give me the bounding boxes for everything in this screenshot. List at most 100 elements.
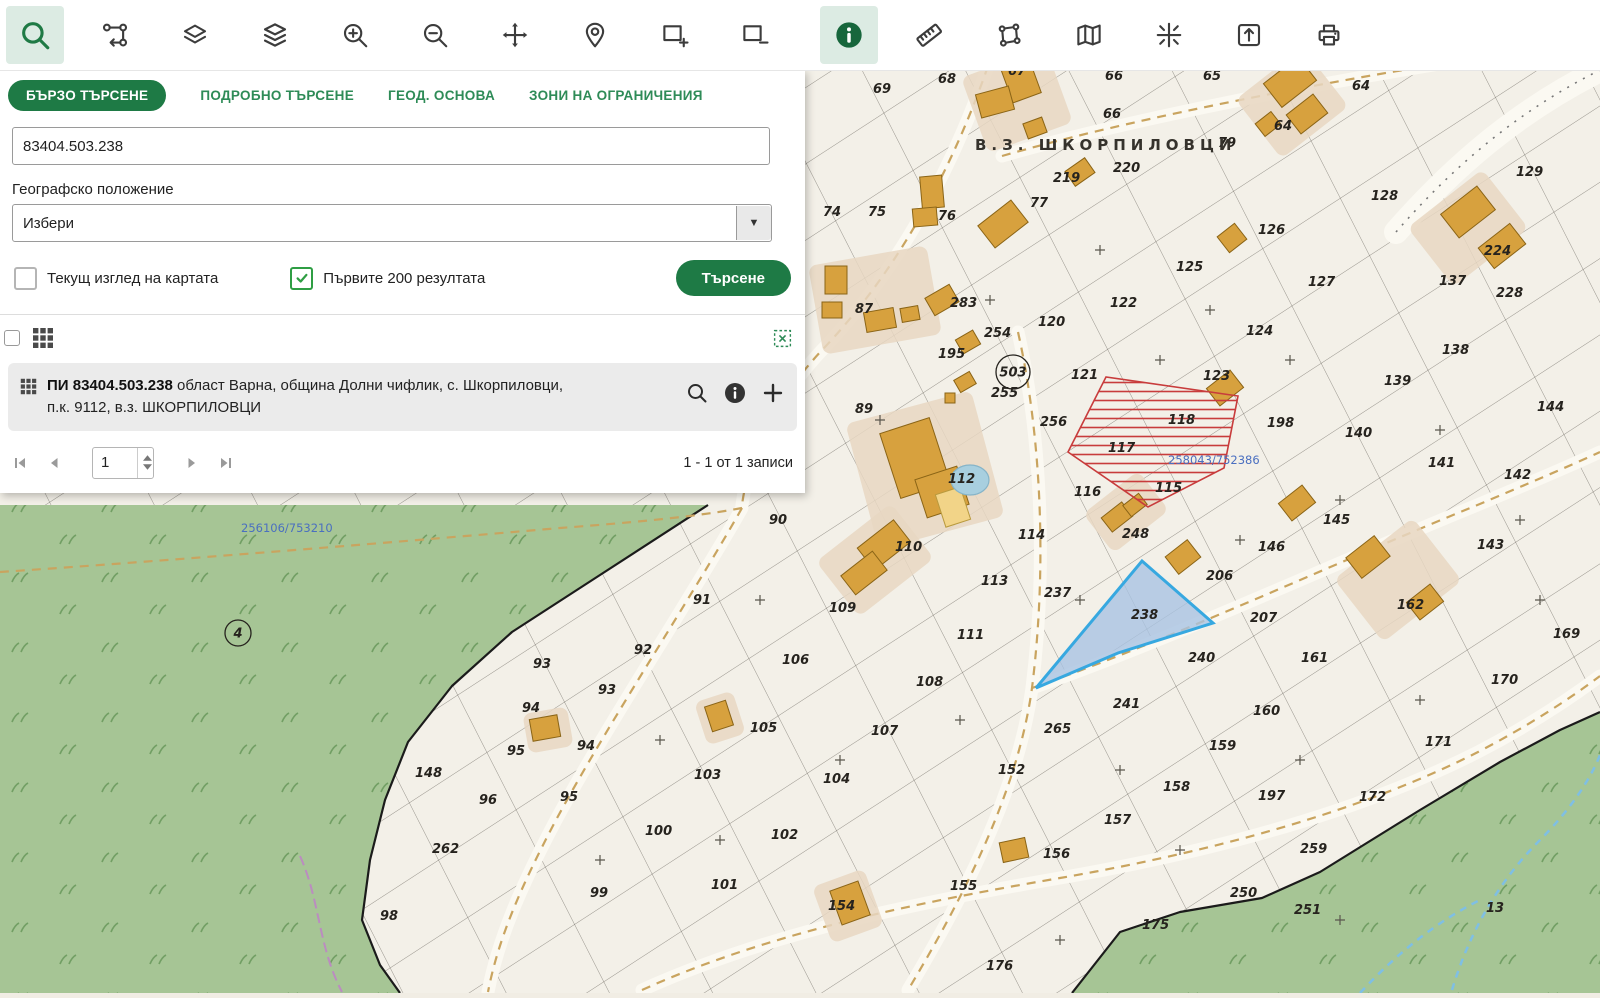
geo-position-label: Географско положение	[12, 181, 793, 198]
svg-text:255: 255	[991, 386, 1018, 401]
pan-icon	[500, 20, 530, 50]
svg-text:238: 238	[1131, 608, 1158, 623]
select-rect-remove-icon	[740, 20, 770, 50]
spinner-down-icon	[143, 464, 152, 470]
svg-text:102: 102	[771, 828, 798, 843]
tab-quick-search[interactable]: БЪРЗО ТЪРСЕНЕ	[8, 80, 166, 111]
svg-text:171: 171	[1425, 735, 1452, 750]
export-button[interactable]	[1220, 6, 1278, 64]
svg-text:503: 503	[999, 366, 1026, 381]
svg-text:145: 145	[1323, 513, 1350, 528]
linked-search-button[interactable]	[86, 6, 144, 64]
svg-text:94: 94	[522, 701, 540, 716]
result-actions	[685, 381, 785, 405]
svg-text:156: 156	[1043, 847, 1070, 862]
svg-text:219: 219	[1053, 171, 1080, 186]
zoom-out-button[interactable]	[406, 6, 464, 64]
svg-text:256106/753210: 256106/753210	[241, 521, 333, 535]
select-rect-remove-button[interactable]	[726, 6, 784, 64]
svg-text:116: 116	[1074, 485, 1101, 500]
svg-text:95: 95	[560, 790, 578, 805]
svg-text:137: 137	[1439, 274, 1467, 289]
grid-icon	[20, 378, 37, 395]
print-button[interactable]	[1300, 6, 1358, 64]
current-view-checkbox[interactable]	[14, 267, 37, 290]
svg-text:96: 96	[479, 793, 497, 808]
first-200-checkbox[interactable]	[290, 267, 313, 290]
marker-button[interactable]	[566, 6, 624, 64]
tab-restriction-zones[interactable]: ЗОНИ НА ОГРАНИЧЕНИЯ	[529, 88, 703, 103]
svg-text:143: 143	[1477, 538, 1504, 553]
svg-text:259: 259	[1300, 842, 1327, 857]
zoom-out-icon	[420, 20, 450, 50]
svg-text:95: 95	[507, 744, 525, 759]
prev-page-icon	[46, 455, 62, 471]
tab-label: ЗОНИ НА ОГРАНИЧЕНИЯ	[529, 88, 703, 103]
svg-text:224: 224	[1484, 244, 1511, 259]
toolbar-left-group	[6, 6, 784, 64]
geodetic-grid-button[interactable]	[1140, 6, 1198, 64]
clear-selection-icon[interactable]	[772, 328, 793, 349]
next-page-button[interactable]	[182, 453, 202, 473]
svg-text:141: 141	[1428, 456, 1455, 471]
first-page-button[interactable]	[10, 453, 30, 473]
svg-text:139: 139	[1384, 374, 1411, 389]
svg-text:237: 237	[1044, 586, 1072, 601]
svg-text:265: 265	[1044, 722, 1071, 737]
zoom-in-button[interactable]	[326, 6, 384, 64]
last-page-icon	[218, 455, 234, 471]
svg-text:101: 101	[711, 878, 738, 893]
linked-search-icon	[100, 20, 130, 50]
svg-text:140: 140	[1345, 426, 1372, 441]
print-icon	[1314, 20, 1344, 50]
prev-page-button[interactable]	[44, 453, 64, 473]
last-page-button[interactable]	[216, 453, 236, 473]
measure-distance-button[interactable]	[900, 6, 958, 64]
layers-button[interactable]	[166, 6, 224, 64]
pan-button[interactable]	[486, 6, 544, 64]
chevron-down-icon[interactable]: ▼	[736, 206, 771, 240]
results-header-row	[0, 315, 805, 359]
marker-icon	[580, 20, 610, 50]
geo-select[interactable]: Избери ▼	[12, 204, 772, 242]
tab-geodetic-basis[interactable]: ГЕОД. ОСНОВА	[388, 88, 495, 103]
svg-text:120: 120	[1038, 315, 1065, 330]
select-rect-add-button[interactable]	[646, 6, 704, 64]
search-input[interactable]	[12, 127, 770, 165]
svg-text:176: 176	[986, 959, 1013, 974]
svg-text:108: 108	[916, 675, 943, 690]
result-item[interactable]: ПИ 83404.503.238 област Варна, община До…	[8, 363, 797, 431]
overview-map-button[interactable]	[1060, 6, 1118, 64]
info-tool-button[interactable]	[820, 6, 878, 64]
area-label: В.З. ШКОРПИЛОВЦИ	[975, 136, 1236, 154]
page-number-input[interactable]	[93, 454, 137, 471]
svg-text:127: 127	[1308, 275, 1336, 290]
page-spinner[interactable]	[137, 448, 154, 478]
svg-text:103: 103	[694, 768, 721, 783]
svg-text:144: 144	[1537, 400, 1564, 415]
measure-area-button[interactable]	[980, 6, 1038, 64]
svg-text:94: 94	[577, 739, 595, 754]
svg-text:112: 112	[948, 472, 975, 487]
page-number-box	[92, 447, 154, 479]
search-options-row: Текущ изглед на картата Първите 200 резу…	[0, 242, 805, 312]
tab-label: ГЕОД. ОСНОВА	[388, 88, 495, 103]
search-button[interactable]: Търсене	[676, 260, 791, 296]
layer-order-button[interactable]	[246, 6, 304, 64]
toolbar	[0, 0, 1600, 71]
svg-text:241: 241	[1113, 697, 1140, 712]
tab-detailed-search[interactable]: ПОДРОБНО ТЪРСЕНЕ	[200, 88, 354, 103]
add-result-icon[interactable]	[761, 381, 785, 405]
result-info-icon[interactable]	[723, 381, 747, 405]
svg-text:254: 254	[984, 326, 1011, 341]
svg-text:197: 197	[1258, 789, 1286, 804]
svg-text:124: 124	[1246, 324, 1273, 339]
svg-text:109: 109	[829, 601, 856, 616]
svg-text:4: 4	[232, 627, 242, 642]
zoom-to-result-icon[interactable]	[685, 381, 709, 405]
svg-text:172: 172	[1359, 790, 1386, 805]
select-all-checkbox[interactable]	[4, 330, 20, 346]
search-tool-button[interactable]	[6, 6, 64, 64]
svg-text:66: 66	[1103, 107, 1121, 122]
check-icon	[295, 271, 309, 285]
